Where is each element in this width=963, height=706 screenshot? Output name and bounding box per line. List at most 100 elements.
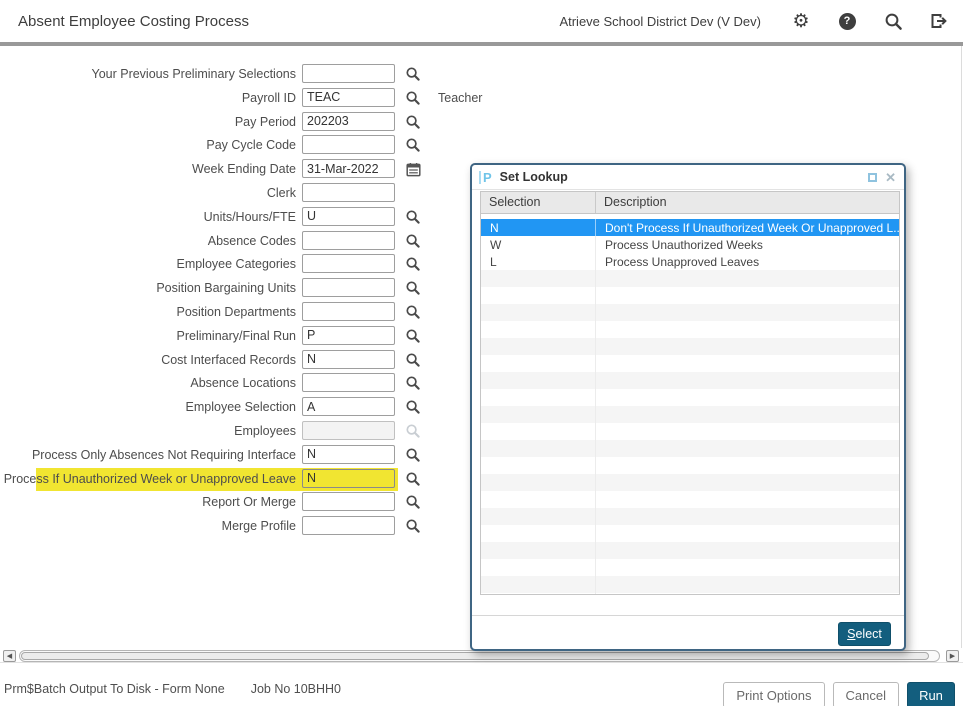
search-lookup-icon[interactable] xyxy=(404,351,422,369)
field-input[interactable] xyxy=(302,326,395,345)
field-label: Your Previous Preliminary Selections xyxy=(0,67,296,81)
lookup-empty-row xyxy=(481,304,899,321)
lookup-row-selection xyxy=(481,372,596,389)
print-options-button[interactable]: Print Options xyxy=(723,682,824,706)
form-field-row: Pay Period xyxy=(0,112,560,134)
field-input[interactable] xyxy=(302,445,395,464)
app-header: Absent Employee Costing Process Atrieve … xyxy=(0,0,963,42)
lookup-row-selection xyxy=(481,270,596,287)
scroll-right-arrow-icon[interactable]: ▶ xyxy=(946,650,959,662)
form-field-row: Your Previous Preliminary Selections xyxy=(0,64,560,86)
absent-employee-costing-window: Absent Employee Costing Process Atrieve … xyxy=(0,0,963,706)
search-lookup-icon[interactable] xyxy=(404,398,422,416)
search-lookup-icon[interactable] xyxy=(404,89,422,107)
settings-gear-icon[interactable]: ⚙ xyxy=(791,11,811,31)
calendar-icon[interactable] xyxy=(404,160,422,178)
search-lookup-icon[interactable] xyxy=(404,65,422,83)
search-lookup-icon[interactable] xyxy=(404,232,422,250)
scroll-left-arrow-icon[interactable]: ◀ xyxy=(3,650,16,662)
search-lookup-icon[interactable] xyxy=(404,446,422,464)
lookup-table-body: N Don't Process If Unauthorized Week Or … xyxy=(481,214,899,595)
lookup-row[interactable]: N Don't Process If Unauthorized Week Or … xyxy=(481,219,899,236)
search-lookup-icon xyxy=(404,422,422,440)
field-input[interactable] xyxy=(302,516,395,535)
cancel-button[interactable]: Cancel xyxy=(833,682,899,706)
field-label: Report Or Merge xyxy=(0,495,296,509)
search-lookup-icon[interactable] xyxy=(404,208,422,226)
search-lookup-icon[interactable] xyxy=(404,279,422,297)
search-lookup-icon[interactable] xyxy=(404,374,422,392)
field-label: Pay Period xyxy=(0,115,296,129)
lookup-row[interactable]: W Process Unauthorized Weeks xyxy=(481,236,899,253)
field-input[interactable] xyxy=(302,350,395,369)
field-label: Week Ending Date xyxy=(0,162,296,176)
field-input[interactable] xyxy=(302,135,395,154)
scrollbar-track[interactable] xyxy=(19,650,940,662)
lookup-row-selection xyxy=(481,457,596,474)
field-label: Clerk xyxy=(0,186,296,200)
search-lookup-icon[interactable] xyxy=(404,113,422,131)
lookup-row-selection: W xyxy=(481,236,596,253)
field-input[interactable] xyxy=(302,159,395,178)
search-lookup-icon[interactable] xyxy=(404,303,422,321)
lookup-empty-row xyxy=(481,406,899,423)
field-label: Absence Codes xyxy=(0,234,296,248)
field-label: Employees xyxy=(0,424,296,438)
search-lookup-icon[interactable] xyxy=(404,327,422,345)
field-input[interactable] xyxy=(302,183,395,202)
close-icon[interactable]: ✕ xyxy=(885,171,896,184)
field-input[interactable] xyxy=(302,492,395,511)
scrollbar-thumb[interactable] xyxy=(21,652,929,660)
field-input[interactable] xyxy=(302,254,395,273)
field-input[interactable] xyxy=(302,373,395,392)
dialog-titlebar[interactable]: P Set Lookup ✕ xyxy=(472,165,904,190)
search-lookup-icon[interactable] xyxy=(404,470,422,488)
sign-out-icon[interactable] xyxy=(929,11,949,31)
status-bar-buttons: Print Options Cancel Run xyxy=(723,682,955,706)
horizontal-scrollbar: ◀ ▶ xyxy=(0,649,963,663)
page-title: Absent Employee Costing Process xyxy=(18,13,249,30)
select-button[interactable]: Select xyxy=(838,622,891,646)
field-input[interactable] xyxy=(302,88,395,107)
help-icon[interactable]: ? xyxy=(837,11,857,31)
dialog-footer-divider xyxy=(472,615,904,616)
set-lookup-dialog: P Set Lookup ✕ Selection Description N D… xyxy=(470,163,906,651)
column-header-description: Description xyxy=(596,192,899,213)
lookup-empty-row xyxy=(481,491,899,508)
lookup-empty-row xyxy=(481,542,899,559)
status-bar: Prm$Batch Output To Disk - Form None Job… xyxy=(0,664,963,706)
search-lookup-icon[interactable] xyxy=(404,255,422,273)
lookup-row-selection: L xyxy=(481,253,596,270)
lookup-row-description: Process Unapproved Leaves xyxy=(596,255,899,269)
field-input[interactable] xyxy=(302,231,395,250)
field-input[interactable] xyxy=(302,469,395,488)
search-lookup-icon[interactable] xyxy=(404,493,422,511)
lookup-empty-row xyxy=(481,474,899,491)
search-lookup-icon[interactable] xyxy=(404,517,422,535)
maximize-icon[interactable] xyxy=(868,173,877,182)
lookup-row[interactable]: L Process Unapproved Leaves xyxy=(481,253,899,270)
lookup-table-header: Selection Description xyxy=(481,192,899,214)
field-label: Merge Profile xyxy=(0,519,296,533)
field-input[interactable] xyxy=(302,302,395,321)
form-field-row: Pay Cycle Code xyxy=(0,135,560,157)
lookup-row-selection: N xyxy=(481,219,596,236)
lookup-empty-row xyxy=(481,440,899,457)
field-input[interactable] xyxy=(302,278,395,297)
field-input[interactable] xyxy=(302,112,395,131)
lookup-row-selection xyxy=(481,287,596,304)
job-number-status: Job No 10BHH0 xyxy=(251,682,341,696)
run-button[interactable]: Run xyxy=(907,682,955,706)
field-input[interactable] xyxy=(302,421,395,440)
field-input[interactable] xyxy=(302,207,395,226)
field-label: Position Bargaining Units xyxy=(0,281,296,295)
lookup-row-selection xyxy=(481,559,596,576)
batch-output-status: Prm$Batch Output To Disk - Form None xyxy=(4,682,225,696)
field-input[interactable] xyxy=(302,64,395,83)
lookup-row-description: Process Unauthorized Weeks xyxy=(596,238,899,252)
search-lookup-icon[interactable] xyxy=(404,136,422,154)
field-input[interactable] xyxy=(302,397,395,416)
lookup-empty-row xyxy=(481,525,899,542)
search-icon[interactable] xyxy=(883,11,903,31)
lookup-empty-row xyxy=(481,338,899,355)
